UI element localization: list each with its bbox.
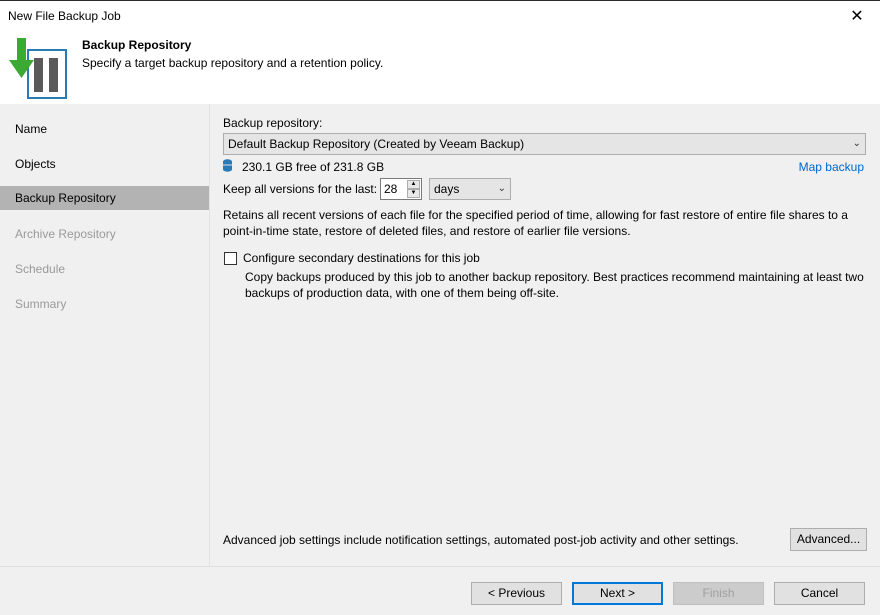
next-button[interactable]: Next > <box>572 582 663 605</box>
page-title: Backup Repository <box>82 38 192 52</box>
cancel-button[interactable]: Cancel <box>774 582 865 605</box>
page-subtitle: Specify a target backup repository and a… <box>82 56 384 70</box>
step-objects[interactable]: Objects <box>0 152 209 176</box>
repository-dropdown-value: Default Backup Repository (Created by Ve… <box>228 137 525 151</box>
window-titlebar: New File Backup Job ✕ <box>0 0 880 32</box>
chevron-down-icon: ⌄ <box>497 183 506 194</box>
chevron-down-icon: ⌄ <box>852 138 861 149</box>
titlebar-accent-line <box>0 0 880 1</box>
database-icon <box>223 159 232 172</box>
keep-versions-stepper[interactable]: 28 ▲ ▼ <box>380 178 422 200</box>
keep-versions-label: Keep all versions for the last: <box>223 182 378 196</box>
window-title: New File Backup Job <box>8 9 121 23</box>
wizard-footer: < Previous Next > Finish Cancel <box>0 566 880 615</box>
stepper-up-icon[interactable]: ▲ <box>407 180 420 189</box>
step-name[interactable]: Name <box>0 117 209 141</box>
retention-description: Retains all recent versions of each file… <box>223 208 848 238</box>
previous-button[interactable]: < Previous <box>471 582 562 605</box>
map-backup-link[interactable]: Map backup <box>799 160 864 174</box>
stepper-down-icon[interactable]: ▼ <box>407 189 420 198</box>
keep-unit-value: days <box>434 182 460 196</box>
close-icon[interactable]: ✕ <box>834 1 880 31</box>
step-backup-repository[interactable]: Backup Repository <box>0 186 209 210</box>
advanced-description: Advanced job settings include notificati… <box>223 533 739 547</box>
step-schedule: Schedule <box>15 262 66 276</box>
secondary-destinations-checkbox[interactable] <box>224 252 237 265</box>
main-panel: Backup repository: Default Backup Reposi… <box>210 104 880 566</box>
step-summary: Summary <box>15 297 67 311</box>
finish-button: Finish <box>673 582 764 605</box>
step-archive-repository: Archive Repository <box>15 227 116 241</box>
free-space-text: 230.1 GB free of 231.8 GB <box>242 160 385 174</box>
secondary-destinations-description: Copy backups produced by this job to ano… <box>245 270 864 300</box>
keep-versions-value: 28 <box>384 182 398 196</box>
wizard-steps: Name Objects Backup Repository Archive R… <box>0 104 210 566</box>
wizard-header: Backup Repository Specify a target backu… <box>0 32 880 104</box>
repository-label: Backup repository: <box>223 116 323 130</box>
backup-job-icon <box>9 38 67 99</box>
secondary-destinations-label[interactable]: Configure secondary destinations for thi… <box>243 251 480 265</box>
advanced-button[interactable]: Advanced... <box>790 528 867 551</box>
keep-unit-dropdown[interactable]: days ⌄ <box>429 178 511 200</box>
repository-dropdown[interactable]: Default Backup Repository (Created by Ve… <box>223 133 866 155</box>
